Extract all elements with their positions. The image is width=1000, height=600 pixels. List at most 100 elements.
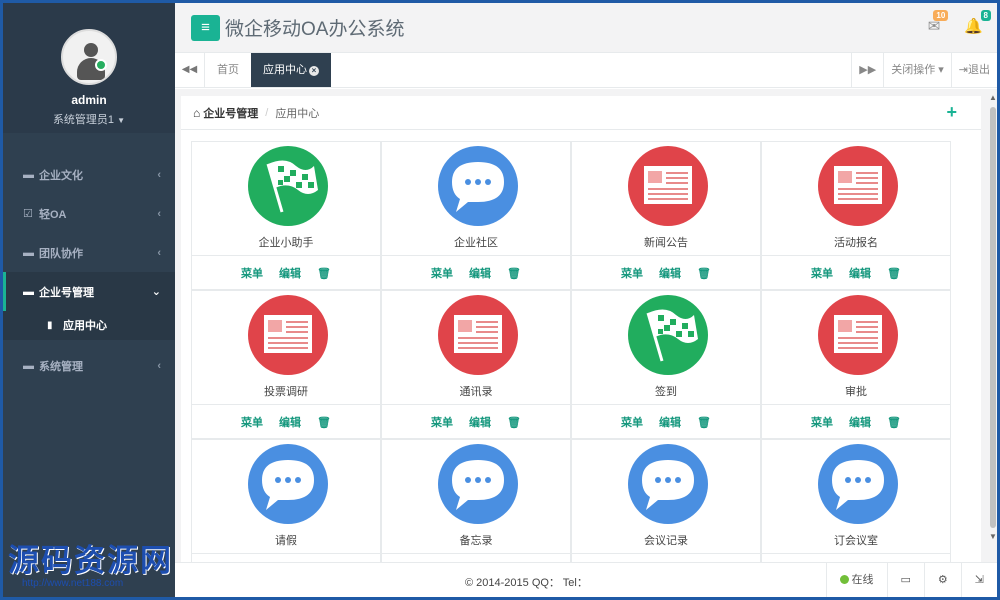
sidebar-subitem-app-center[interactable]: ▮ 应用中心 bbox=[3, 310, 175, 340]
edit-link[interactable]: 编辑 bbox=[279, 414, 301, 430]
app-name: 会议记录 bbox=[644, 535, 688, 547]
trash-icon[interactable]: 🗑 bbox=[697, 267, 711, 280]
tab-app-center[interactable]: 应用中心 × bbox=[251, 53, 331, 87]
menu-link[interactable]: 菜单 bbox=[241, 414, 263, 430]
user-name: admin bbox=[71, 93, 107, 107]
sidebar-item-system[interactable]: ▬ 系统管理 ‹ bbox=[3, 346, 175, 385]
menu-link[interactable]: 菜单 bbox=[431, 414, 453, 430]
breadcrumb-current: 应用中心 bbox=[275, 107, 320, 120]
app-card: 企业社区菜单 编辑 🗑 bbox=[381, 141, 571, 290]
scroll-down-icon: ▼ bbox=[989, 532, 997, 541]
exit-icon[interactable]: ⇲ bbox=[960, 563, 997, 597]
tab-bar: ◀◀ 首页 应用中心 × ▶▶ 关闭操作 ▾ ⇥退出 bbox=[175, 53, 997, 88]
edit-link[interactable]: 编辑 bbox=[849, 414, 871, 430]
footer: © 2014-2015 QQ： Tel： 在线 ▭ ⚙ ⇲ bbox=[175, 562, 997, 597]
close-operations-dropdown[interactable]: 关闭操作 ▾ bbox=[883, 53, 951, 87]
online-status-button[interactable]: 在线 bbox=[825, 563, 887, 597]
folder-icon: ▬ bbox=[23, 168, 34, 181]
app-name: 投票调研 bbox=[264, 386, 308, 398]
trash-icon[interactable]: 🗑 bbox=[317, 267, 331, 280]
bell-icon[interactable]: 🔔 8 bbox=[964, 10, 991, 35]
chat-bubble-icon[interactable] bbox=[438, 146, 518, 226]
menu-link[interactable]: 菜单 bbox=[621, 414, 643, 430]
app-name: 新闻公告 bbox=[644, 237, 688, 249]
menu-toggle-button[interactable]: ≡ bbox=[191, 15, 220, 41]
online-dot-icon bbox=[839, 575, 849, 584]
folder-icon: ▬ bbox=[23, 359, 34, 372]
app-name: 通讯录 bbox=[459, 386, 493, 398]
news-icon[interactable] bbox=[818, 295, 898, 375]
app-name: 请假 bbox=[275, 535, 297, 547]
sidebar-item-corporate-culture[interactable]: ▬ 企业文化 ‹ bbox=[3, 155, 175, 194]
flag-icon[interactable] bbox=[628, 295, 708, 375]
news-icon[interactable] bbox=[818, 146, 898, 226]
sidebar-item-light-oa[interactable]: ☑ 轻OA ‹ bbox=[3, 194, 175, 233]
app-card: 新闻公告菜单 编辑 🗑 bbox=[571, 141, 761, 290]
tab-home[interactable]: 首页 bbox=[205, 53, 251, 87]
sidebar: admin 系统管理员1 ▼ ▬ 企业文化 ‹ ☑ 轻OA ‹ ▬ 团队协作 ‹… bbox=[3, 3, 175, 597]
sidebar-item-enterprise-account[interactable]: ▬ 企业号管理 ⌄ bbox=[3, 272, 175, 311]
menu-link[interactable]: 菜单 bbox=[811, 265, 833, 281]
trash-icon[interactable]: 🗑 bbox=[887, 416, 901, 429]
chat-bubble-icon[interactable] bbox=[438, 444, 518, 524]
app-name: 备忘录 bbox=[459, 535, 493, 547]
edit-link[interactable]: 编辑 bbox=[659, 265, 681, 281]
logout-button[interactable]: ⇥退出 bbox=[950, 53, 997, 87]
tab-close-icon[interactable]: × bbox=[309, 66, 319, 76]
avatar[interactable] bbox=[61, 29, 117, 85]
watermark-logo: 源码资源网 http://www.net188.com bbox=[8, 543, 173, 589]
trash-icon[interactable]: 🗑 bbox=[697, 416, 711, 429]
chat-bubble-icon[interactable] bbox=[628, 444, 708, 524]
bell-count-badge: 8 bbox=[980, 10, 991, 21]
chevron-left-icon: ‹ bbox=[157, 207, 161, 220]
app-card: 企业小助手 菜单 编辑 🗑 bbox=[191, 141, 381, 290]
scrollbar[interactable]: ▲ ▼ bbox=[988, 93, 998, 550]
profile-panel: admin 系统管理员1 ▼ bbox=[3, 3, 175, 133]
tab-scroll-right-icon[interactable]: ▶▶ bbox=[851, 53, 883, 87]
news-icon[interactable] bbox=[248, 295, 328, 375]
gear-icon[interactable]: ⚙ bbox=[923, 563, 961, 597]
mail-icon[interactable]: ✉ 10 bbox=[928, 10, 949, 35]
user-role-dropdown[interactable]: 系统管理员1 ▼ bbox=[3, 111, 175, 127]
edit-link[interactable]: 编辑 bbox=[469, 265, 491, 281]
chevron-left-icon: ‹ bbox=[157, 359, 161, 372]
home-icon[interactable]: ⌂ bbox=[193, 106, 200, 120]
edit-link[interactable]: 编辑 bbox=[659, 414, 681, 430]
chat-bubble-icon[interactable] bbox=[818, 444, 898, 524]
trash-icon[interactable]: 🗑 bbox=[317, 416, 331, 429]
chevron-left-icon: ‹ bbox=[157, 246, 161, 259]
menu-link[interactable]: 菜单 bbox=[431, 265, 453, 281]
news-icon[interactable] bbox=[438, 295, 518, 375]
flag-icon[interactable] bbox=[248, 146, 328, 226]
breadcrumb-root[interactable]: 企业号管理 bbox=[203, 105, 258, 121]
app-name: 企业社区 bbox=[454, 237, 498, 249]
menu-link[interactable]: 菜单 bbox=[621, 265, 643, 281]
menu-link[interactable]: 菜单 bbox=[811, 414, 833, 430]
chevron-down-icon: ⌄ bbox=[151, 286, 161, 298]
app-name: 订会议室 bbox=[834, 535, 878, 547]
edit-link[interactable]: 编辑 bbox=[469, 414, 491, 430]
tab-scroll-left-icon[interactable]: ◀◀ bbox=[175, 53, 205, 87]
app-name: 审批 bbox=[845, 386, 867, 398]
app-card: 活动报名 菜单 编辑 🗑 bbox=[761, 141, 951, 290]
checkbox-icon: ☑ bbox=[23, 208, 33, 220]
app-title: 微企移动OA办公系统 bbox=[225, 19, 405, 40]
news-icon[interactable] bbox=[628, 146, 708, 226]
main-content: ⌂ 企业号管理 / 应用中心 + 企业小助手 菜单 编辑 🗑 企业社区 菜单 编辑 🗑 新闻公告… bbox=[175, 89, 997, 588]
add-app-button[interactable]: + bbox=[946, 102, 957, 123]
app-card: 投票调研菜单 编辑 🗑 bbox=[191, 290, 381, 439]
sidebar-item-team[interactable]: ▬ 团队协作 ‹ bbox=[3, 233, 175, 272]
trash-icon[interactable]: 🗑 bbox=[507, 267, 521, 280]
trash-icon[interactable]: 🗑 bbox=[507, 416, 521, 429]
app-name: 签到 bbox=[655, 386, 677, 398]
caret-down-icon: ▼ bbox=[117, 116, 126, 125]
topbar: ≡ 微企移动OA办公系统 ✉ 10 🔔 8 bbox=[175, 3, 997, 53]
copyright: © 2014-2015 QQ： Tel： bbox=[465, 577, 588, 589]
edit-link[interactable]: 编辑 bbox=[849, 265, 871, 281]
edit-link[interactable]: 编辑 bbox=[279, 265, 301, 281]
chat-bubble-icon[interactable] bbox=[248, 444, 328, 524]
menu-link[interactable]: 菜单 bbox=[241, 265, 263, 281]
trash-icon[interactable]: 🗑 bbox=[887, 267, 901, 280]
chat-icon[interactable]: ▭ bbox=[886, 563, 924, 597]
sidebar-nav: ▬ 企业文化 ‹ ☑ 轻OA ‹ ▬ 团队协作 ‹ ▬ 企业号管理 ⌄ ▮ 应用… bbox=[3, 155, 175, 385]
